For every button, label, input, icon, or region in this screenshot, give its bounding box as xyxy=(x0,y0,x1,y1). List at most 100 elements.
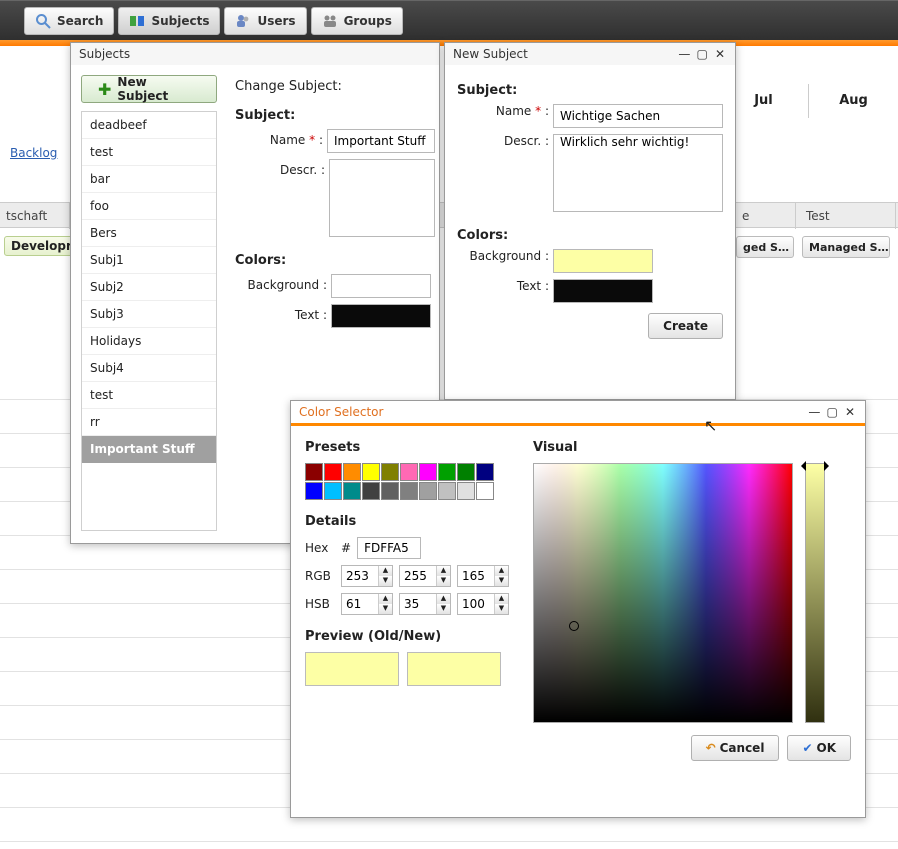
create-button[interactable]: Create xyxy=(648,313,723,339)
close-icon[interactable]: ✕ xyxy=(713,43,727,65)
preset-swatch[interactable] xyxy=(438,482,456,500)
cs-title-text: Color Selector xyxy=(299,401,383,423)
preset-swatch[interactable] xyxy=(457,482,475,500)
list-item[interactable]: deadbeef xyxy=(82,112,216,139)
preset-swatch[interactable] xyxy=(419,482,437,500)
bg-swatch[interactable] xyxy=(553,249,653,273)
list-item[interactable]: test xyxy=(82,382,216,409)
s-input[interactable]: ▲▼ xyxy=(399,593,451,615)
text-swatch[interactable] xyxy=(331,304,431,328)
list-item[interactable]: Subj1 xyxy=(82,247,216,274)
list-item[interactable]: rr xyxy=(82,409,216,436)
preset-swatch[interactable] xyxy=(381,482,399,500)
list-item[interactable]: Holidays xyxy=(82,328,216,355)
hash-label: # xyxy=(341,541,351,555)
preset-swatch[interactable] xyxy=(381,463,399,481)
picker-ring-icon xyxy=(569,621,579,631)
list-item[interactable]: Bers xyxy=(82,220,216,247)
list-item[interactable]: Subj4 xyxy=(82,355,216,382)
g-input[interactable]: ▲▼ xyxy=(399,565,451,587)
cancel-label: Cancel xyxy=(720,741,765,755)
preset-swatch[interactable] xyxy=(457,463,475,481)
minimize-icon[interactable]: — xyxy=(677,43,691,65)
preview-heading: Preview (Old/New) xyxy=(305,629,515,644)
groups-button[interactable]: Groups xyxy=(311,7,403,35)
subject-section: Subject: xyxy=(235,108,435,123)
maximize-icon[interactable]: ▢ xyxy=(825,401,839,423)
preset-swatch[interactable] xyxy=(305,482,323,500)
colors-section: Colors: xyxy=(235,253,435,268)
r-input[interactable]: ▲▼ xyxy=(341,565,393,587)
users-button[interactable]: Users xyxy=(224,7,306,35)
preset-swatch[interactable] xyxy=(343,482,361,500)
descr-input[interactable] xyxy=(553,134,723,212)
new-subject-window: New Subject — ▢ ✕ Subject: Name * : Desc… xyxy=(444,42,736,400)
subject-section: Subject: xyxy=(457,83,723,98)
subjects-label: Subjects xyxy=(151,14,209,28)
preset-swatch[interactable] xyxy=(400,482,418,500)
text-label: Text : xyxy=(235,308,331,322)
col-e: e xyxy=(736,203,796,229)
preset-swatch[interactable] xyxy=(419,463,437,481)
b-input[interactable]: ▲▼ xyxy=(457,565,509,587)
name-label: Name * : xyxy=(457,104,553,128)
preset-swatch[interactable] xyxy=(362,463,380,481)
preset-swatch[interactable] xyxy=(305,463,323,481)
close-icon[interactable]: ✕ xyxy=(843,401,857,423)
preset-swatch[interactable] xyxy=(324,482,342,500)
window-buttons: — ▢ ✕ xyxy=(807,401,857,423)
preset-swatch[interactable] xyxy=(400,463,418,481)
sv-picker[interactable] xyxy=(533,463,793,723)
descr-label: Descr. : xyxy=(235,163,329,177)
backlog-link[interactable]: Backlog xyxy=(0,146,70,160)
new-subject-label: New Subject xyxy=(117,75,200,103)
list-item-selected[interactable]: Important Stuff xyxy=(82,436,216,463)
col-left: tschaft xyxy=(0,203,70,229)
name-input[interactable] xyxy=(327,129,435,153)
subject-list[interactable]: deadbeef test bar foo Bers Subj1 Subj2 S… xyxy=(81,111,217,531)
change-subject-heading: Change Subject: xyxy=(235,79,435,94)
preset-swatch[interactable] xyxy=(343,463,361,481)
groups-icon xyxy=(322,13,338,29)
preset-swatch[interactable] xyxy=(438,463,456,481)
preset-swatch[interactable] xyxy=(476,482,494,500)
ok-label: OK xyxy=(817,741,837,755)
text-swatch[interactable] xyxy=(553,279,653,303)
bg-swatch[interactable] xyxy=(331,274,431,298)
groups-label: Groups xyxy=(344,14,392,28)
bg-label: Background : xyxy=(235,278,331,292)
preset-swatch[interactable] xyxy=(324,463,342,481)
tag-managed-2[interactable]: Managed S… xyxy=(802,236,890,258)
window-buttons: — ▢ ✕ xyxy=(677,43,727,65)
cancel-button[interactable]: ↶ Cancel xyxy=(691,735,780,761)
list-item[interactable]: foo xyxy=(82,193,216,220)
preset-palette xyxy=(305,463,515,500)
hex-input[interactable] xyxy=(357,537,421,559)
preview-new xyxy=(407,652,501,686)
month-header: Jul Aug xyxy=(718,84,898,118)
hue-slider[interactable] xyxy=(805,463,825,723)
magnifier-icon xyxy=(35,13,51,29)
check-icon: ✔ xyxy=(802,741,812,755)
row-developr[interactable]: Developr xyxy=(4,236,79,256)
plus-icon: ✚ xyxy=(98,80,111,99)
preset-swatch[interactable] xyxy=(476,463,494,481)
list-item[interactable]: Subj3 xyxy=(82,301,216,328)
ok-button[interactable]: ✔ OK xyxy=(787,735,851,761)
search-button[interactable]: Search xyxy=(24,7,114,35)
top-toolbar: Search Subjects Users Groups xyxy=(0,0,898,40)
details-heading: Details xyxy=(305,514,515,529)
maximize-icon[interactable]: ▢ xyxy=(695,43,709,65)
new-subject-button[interactable]: ✚ New Subject xyxy=(81,75,217,103)
list-item[interactable]: bar xyxy=(82,166,216,193)
v-input[interactable]: ▲▼ xyxy=(457,593,509,615)
list-item[interactable]: test xyxy=(82,139,216,166)
subjects-button[interactable]: Subjects xyxy=(118,7,220,35)
preset-swatch[interactable] xyxy=(362,482,380,500)
tag-managed-1[interactable]: ged S… xyxy=(736,236,794,258)
descr-input[interactable] xyxy=(329,159,435,237)
name-input[interactable] xyxy=(553,104,723,128)
h-input[interactable]: ▲▼ xyxy=(341,593,393,615)
list-item[interactable]: Subj2 xyxy=(82,274,216,301)
minimize-icon[interactable]: — xyxy=(807,401,821,423)
